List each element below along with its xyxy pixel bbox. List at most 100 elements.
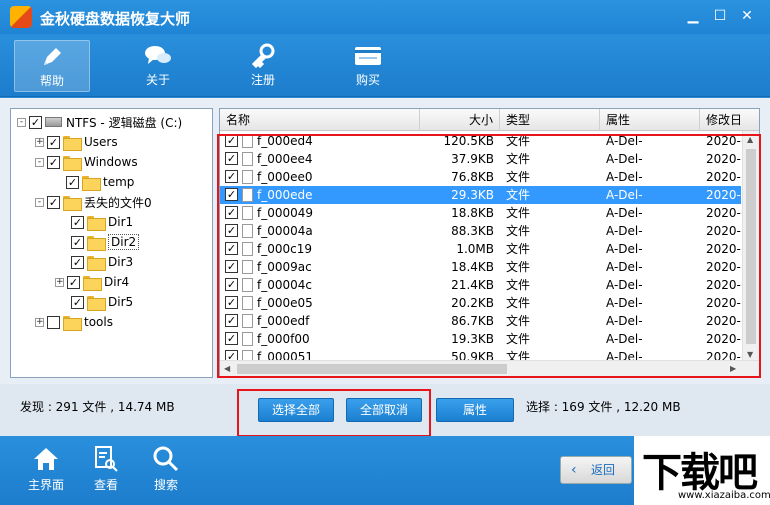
deselect-all-button[interactable]: 全部取消 xyxy=(346,398,422,422)
table-row[interactable]: ✓ f_000c19 1.0MB 文件 A-Del- 2020- xyxy=(220,240,741,258)
tree-label: Dir2 xyxy=(108,234,140,250)
column-header-name[interactable]: 名称 xyxy=(220,109,420,131)
tree-checkbox[interactable]: ✓ xyxy=(47,135,60,149)
row-checkbox[interactable]: ✓ xyxy=(225,242,238,255)
tree-checkbox[interactable]: ✓ xyxy=(71,255,84,269)
table-row[interactable]: ✓ f_000edf 86.7KB 文件 A-Del- 2020- xyxy=(220,312,741,330)
buy-button[interactable]: 购买 xyxy=(330,40,406,92)
tree-label: Dir5 xyxy=(108,295,134,309)
minimize-button[interactable]: ▁ xyxy=(680,6,706,26)
table-row[interactable]: ✓ f_000e05 20.2KB 文件 A-Del- 2020- xyxy=(220,294,741,312)
horizontal-scrollbar[interactable]: ◀ ▶ xyxy=(220,360,759,377)
folder-icon xyxy=(82,175,101,191)
table-row[interactable]: ✓ f_00004a 88.3KB 文件 A-Del- 2020- xyxy=(220,222,741,240)
tree-expander[interactable]: - xyxy=(35,157,44,167)
file-date: 2020- xyxy=(706,188,741,202)
folder-tree[interactable]: - ✓ NTFS - 逻辑磁盘 (C:) + ✓ Users - ✓ Windo… xyxy=(10,108,213,378)
tree-item-lost-files[interactable]: - ✓ 丢失的文件0 xyxy=(35,193,152,211)
tree-item-dir1[interactable]: ✓ Dir1 xyxy=(71,213,133,231)
tree-item-dir3[interactable]: ✓ Dir3 xyxy=(71,253,133,271)
file-type: 文件 xyxy=(506,260,531,274)
tree-expander[interactable]: - xyxy=(35,197,44,207)
table-row[interactable]: ✓ f_00004c 21.4KB 文件 A-Del- 2020- xyxy=(220,276,741,294)
tree-item-windows[interactable]: - ✓ Windows xyxy=(35,153,138,171)
tree-checkbox[interactable]: ✓ xyxy=(71,295,84,309)
search-button[interactable]: 搜索 xyxy=(136,444,196,493)
scroll-up-icon[interactable]: ▲ xyxy=(747,135,753,144)
file-name: f_000ee0 xyxy=(257,170,313,184)
tree-expander[interactable]: - xyxy=(17,117,26,127)
table-row[interactable]: ✓ f_000ee4 37.9KB 文件 A-Del- 2020- xyxy=(220,150,741,168)
scroll-right-icon[interactable]: ▶ xyxy=(730,364,736,373)
row-checkbox[interactable]: ✓ xyxy=(225,260,238,273)
column-header-date[interactable]: 修改日 xyxy=(700,109,759,131)
tree-label: Dir3 xyxy=(108,255,134,269)
view-button[interactable]: 查看 xyxy=(76,444,136,493)
column-header-attr[interactable]: 属性 xyxy=(600,109,700,131)
back-button[interactable]: ‹ 返回 xyxy=(560,456,632,484)
file-list[interactable]: 名称 大小 类型 属性 修改日 ✓ f_000ed4 120.5KB 文件 A-Del-… xyxy=(219,108,760,378)
help-button[interactable]: 帮助 xyxy=(14,40,90,92)
folder-icon xyxy=(87,215,106,231)
tree-checkbox[interactable]: ✓ xyxy=(47,155,60,169)
tree-checkbox[interactable]: ✓ xyxy=(67,275,80,289)
about-button[interactable]: 关于 xyxy=(120,40,196,92)
row-checkbox[interactable]: ✓ xyxy=(225,170,238,183)
view-label: 查看 xyxy=(93,478,118,492)
tree-item-temp[interactable]: ✓ temp xyxy=(66,173,134,191)
file-attr: A-Del- xyxy=(606,332,643,346)
row-checkbox[interactable]: ✓ xyxy=(225,188,238,201)
row-checkbox[interactable]: ✓ xyxy=(225,296,238,309)
file-type: 文件 xyxy=(506,152,531,166)
tree-checkbox[interactable]: ✓ xyxy=(71,235,84,249)
column-header-type[interactable]: 类型 xyxy=(500,109,600,131)
tree-item-users[interactable]: + ✓ Users xyxy=(35,133,118,151)
drive-icon xyxy=(45,117,62,127)
scroll-down-icon[interactable]: ▼ xyxy=(747,350,753,359)
tree-checkbox[interactable]: ✓ xyxy=(71,215,84,229)
tree-item-dir5[interactable]: ✓ Dir5 xyxy=(71,293,133,311)
row-checkbox[interactable]: ✓ xyxy=(225,134,238,147)
row-checkbox[interactable]: ✓ xyxy=(225,332,238,345)
tree-label: temp xyxy=(103,175,135,189)
file-list-header: 名称 大小 类型 属性 修改日 xyxy=(220,109,759,131)
tree-item-dir4[interactable]: + ✓ Dir4 xyxy=(55,273,129,291)
vertical-scrollbar[interactable]: ▲ ▼ xyxy=(742,131,759,362)
select-all-button[interactable]: 选择全部 xyxy=(258,398,334,422)
table-row[interactable]: ✓ f_000ed4 120.5KB 文件 A-Del- 2020- xyxy=(220,132,741,150)
maximize-button[interactable]: ☐ xyxy=(707,6,733,26)
file-attr: A-Del- xyxy=(606,296,643,310)
close-button[interactable]: ✕ xyxy=(734,6,760,26)
file-date: 2020- xyxy=(706,170,741,184)
home-button[interactable]: 主界面 xyxy=(16,444,76,493)
table-row[interactable]: ✓ f_000ee0 76.8KB 文件 A-Del- 2020- xyxy=(220,168,741,186)
tree-root[interactable]: - ✓ NTFS - 逻辑磁盘 (C:) xyxy=(17,113,182,131)
vertical-scroll-thumb[interactable] xyxy=(746,149,756,344)
file-icon xyxy=(242,332,253,346)
row-checkbox[interactable]: ✓ xyxy=(225,278,238,291)
row-checkbox[interactable]: ✓ xyxy=(225,206,238,219)
cart-icon xyxy=(353,43,383,69)
scroll-left-icon[interactable]: ◀ xyxy=(224,364,230,373)
tree-checkbox[interactable]: ✓ xyxy=(47,195,60,209)
register-button[interactable]: 注册 xyxy=(225,40,301,92)
row-checkbox[interactable]: ✓ xyxy=(225,152,238,165)
tree-item-tools[interactable]: + tools xyxy=(35,313,113,331)
table-row[interactable]: ✓ f_000f00 19.3KB 文件 A-Del- 2020- xyxy=(220,330,741,348)
row-checkbox[interactable]: ✓ xyxy=(225,314,238,327)
tree-checkbox[interactable]: ✓ xyxy=(66,175,79,189)
tree-expander[interactable]: + xyxy=(55,277,64,287)
row-checkbox[interactable]: ✓ xyxy=(225,224,238,237)
tree-checkbox[interactable]: ✓ xyxy=(29,115,42,129)
tree-item-dir2[interactable]: ✓ Dir2 xyxy=(71,233,140,251)
table-row[interactable]: ✓ f_000049 18.8KB 文件 A-Del- 2020- xyxy=(220,204,741,222)
chevron-left-icon: ‹ xyxy=(571,462,577,478)
table-row[interactable]: ✓ f_000ede 29.3KB 文件 A-Del- 2020- xyxy=(220,186,741,204)
tree-expander[interactable]: + xyxy=(35,137,44,147)
column-header-size[interactable]: 大小 xyxy=(420,109,500,131)
tree-expander[interactable]: + xyxy=(35,317,44,327)
table-row[interactable]: ✓ f_0009ac 18.4KB 文件 A-Del- 2020- xyxy=(220,258,741,276)
tree-checkbox[interactable] xyxy=(47,315,60,329)
horizontal-scroll-thumb[interactable] xyxy=(237,364,507,374)
properties-button[interactable]: 属性 xyxy=(436,398,514,422)
